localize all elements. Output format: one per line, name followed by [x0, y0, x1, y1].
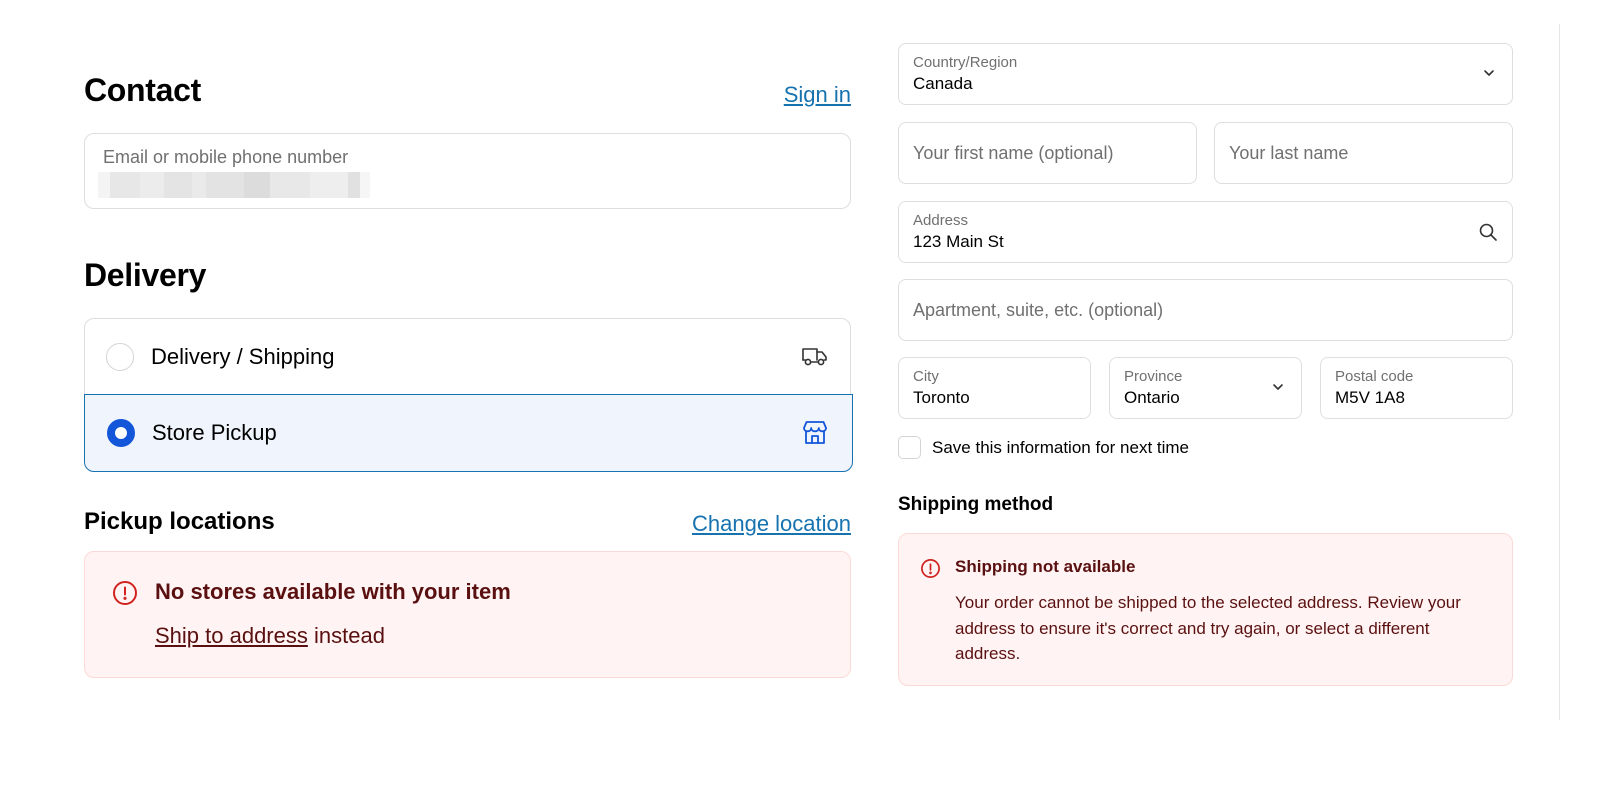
address-field[interactable]: Address 123 Main St — [898, 201, 1513, 263]
save-info-label[interactable]: Save this information for next time — [932, 438, 1189, 458]
ship-to-address-line: Ship to address instead — [155, 623, 385, 649]
email-field-label: Email or mobile phone number — [103, 147, 349, 167]
country-select[interactable]: Country/Region Canada — [898, 43, 1513, 105]
delivery-title: Delivery — [84, 257, 207, 293]
search-icon[interactable] — [1478, 222, 1498, 242]
sign-in-link[interactable]: Sign in — [784, 82, 851, 108]
chevron-down-icon — [1273, 384, 1283, 390]
shipping-method-title: Shipping method — [898, 494, 1054, 515]
chevron-down-icon — [1484, 70, 1494, 76]
contact-title: Contact — [84, 72, 202, 108]
city-value: Toronto — [913, 388, 970, 407]
change-location-link[interactable]: Change location — [692, 511, 851, 537]
address-value: 123 Main St — [913, 232, 1004, 251]
pickup-locations-title: Pickup locations — [84, 508, 275, 535]
no-stores-title: No stores available with your item — [155, 579, 511, 604]
address-label: Address — [913, 212, 969, 229]
store-pickup-radio[interactable] — [107, 419, 135, 447]
no-stores-alert: No stores available with your item Ship … — [84, 551, 851, 678]
shipping-alert-body: Your order cannot be shipped to the sele… — [955, 593, 1461, 663]
first-name-field[interactable]: Your first name (optional) — [898, 122, 1197, 184]
province-value: Ontario — [1124, 388, 1180, 407]
delivery-shipping-radio[interactable] — [106, 343, 134, 371]
email-field[interactable]: Email or mobile phone number — [84, 133, 851, 209]
last-name-placeholder: Your last name — [1229, 143, 1349, 163]
country-label: Country/Region — [913, 54, 1018, 71]
province-label: Province — [1124, 368, 1183, 385]
apartment-placeholder: Apartment, suite, etc. (optional) — [913, 300, 1164, 320]
column-divider — [1559, 24, 1560, 720]
store-icon — [803, 421, 827, 444]
save-info-row: Save this information for next time — [898, 436, 1298, 460]
save-info-checkbox[interactable] — [898, 436, 921, 459]
shipping-not-available-alert: Shipping not available Your order cannot… — [898, 533, 1513, 686]
redacted-email-value — [98, 172, 370, 198]
apartment-field[interactable]: Apartment, suite, etc. (optional) — [898, 279, 1513, 341]
pickup-header: Pickup locations Change location — [84, 508, 851, 542]
store-pickup-label: Store Pickup — [152, 420, 277, 445]
first-name-placeholder: Your first name (optional) — [913, 143, 1114, 163]
ship-to-address-link[interactable]: Ship to address — [155, 623, 308, 648]
delivery-options: Delivery / Shipping Store Pickup — [84, 318, 853, 472]
postal-code-label: Postal code — [1335, 368, 1414, 385]
store-pickup-option[interactable]: Store Pickup — [84, 394, 853, 472]
alert-circle-icon — [113, 581, 137, 605]
alert-circle-icon — [921, 559, 940, 578]
instead-text: instead — [307, 623, 385, 648]
last-name-field[interactable]: Your last name — [1214, 122, 1513, 184]
delivery-shipping-label: Delivery / Shipping — [151, 344, 335, 369]
shipping-alert-title: Shipping not available — [955, 557, 1136, 576]
postal-code-value: M5V 1A8 — [1335, 388, 1405, 407]
contact-header: Contact Sign in — [84, 72, 851, 112]
city-field[interactable]: City Toronto — [898, 357, 1091, 419]
city-label: City — [913, 368, 939, 385]
delivery-shipping-option[interactable]: Delivery / Shipping — [85, 319, 852, 395]
truck-icon — [802, 348, 827, 366]
country-value: Canada — [913, 74, 973, 93]
province-select[interactable]: Province Ontario — [1109, 357, 1302, 419]
postal-code-field[interactable]: Postal code M5V 1A8 — [1320, 357, 1513, 419]
